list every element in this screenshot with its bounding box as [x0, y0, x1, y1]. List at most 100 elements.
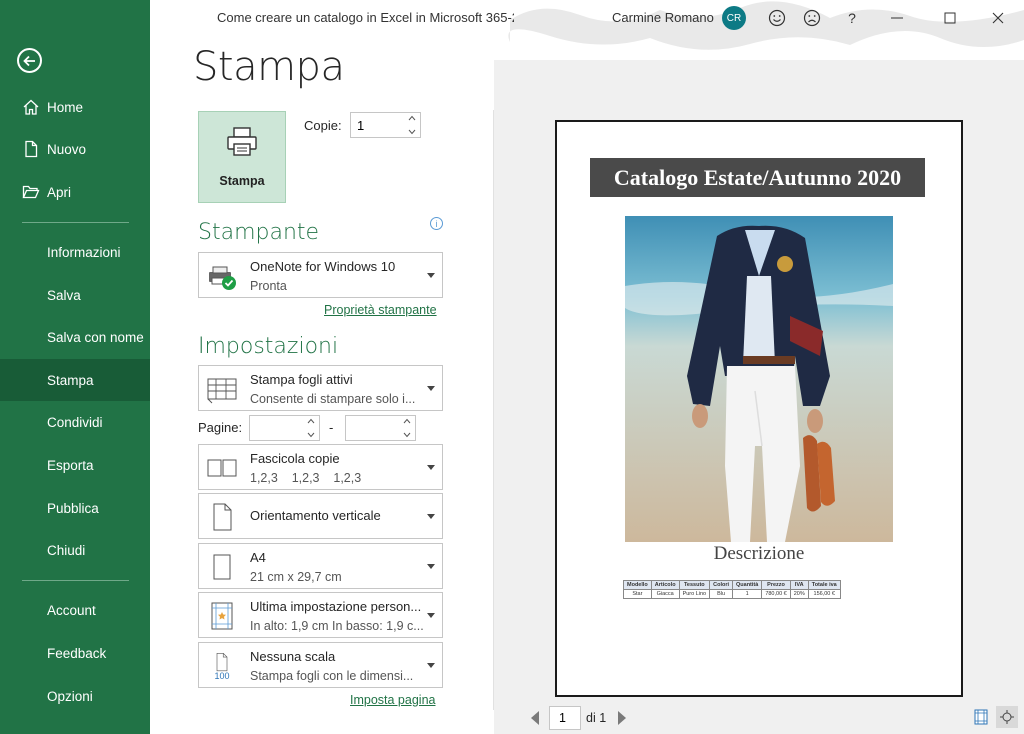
margins-dropdown[interactable]: Ultima impostazione person... In alto: 1…	[198, 592, 443, 638]
table-header-cell: Articolo	[650, 580, 680, 590]
table-cell: 780,00 €	[761, 589, 791, 599]
sidebar-item-account[interactable]: Account	[0, 589, 150, 631]
printer-properties-link[interactable]: Proprietà stampante	[324, 303, 437, 317]
dropdown-caret-icon	[427, 386, 435, 391]
sidebar-item-label: Esporta	[47, 457, 94, 473]
print-button[interactable]: Stampa	[198, 111, 286, 203]
preview-page: Catalogo Estate/Autunno 2020 Descrizione	[555, 120, 963, 697]
setting-line1: A4	[250, 550, 266, 565]
new-doc-icon	[0, 140, 47, 158]
collate-dropdown[interactable]: Fascicola copie 1,2,3 1,2,3 1,2,3	[198, 444, 443, 490]
table-cell: Blu	[709, 589, 733, 599]
previous-page-icon[interactable]	[531, 711, 539, 725]
copies-stepper[interactable]	[350, 112, 421, 138]
sidebar-item-chiudi[interactable]: Chiudi	[0, 529, 150, 571]
printer-section-title: Stampante	[198, 220, 320, 245]
chevron-down-icon[interactable]	[403, 432, 411, 438]
dropdown-caret-icon	[427, 663, 435, 668]
minimize-icon[interactable]	[885, 6, 909, 30]
setting-line2: Consente di stampare solo i...	[250, 392, 416, 406]
setting-line1: Ultima impostazione person...	[250, 599, 422, 614]
chevron-up-icon[interactable]	[307, 418, 315, 424]
maximize-icon[interactable]	[938, 6, 962, 30]
document-title: Come creare un catalogo in Excel in Micr…	[217, 10, 514, 25]
close-icon[interactable]	[986, 6, 1010, 30]
page-setup-link[interactable]: Imposta pagina	[350, 693, 435, 707]
sidebar-item-home[interactable]: Home	[0, 86, 150, 128]
pages-from-stepper[interactable]	[249, 415, 320, 441]
printer-ready-icon	[205, 259, 239, 293]
table-header-cell: Colori	[709, 580, 733, 590]
chevron-up-icon[interactable]	[403, 418, 411, 424]
show-margins-icon[interactable]	[970, 706, 992, 728]
sidebar-item-label: Informazioni	[47, 244, 121, 260]
sidebar-item-label: Opzioni	[47, 688, 93, 704]
sidebar-item-label: Chiudi	[47, 542, 86, 558]
catalog-description-heading: Descrizione	[713, 543, 805, 564]
user-name[interactable]: Carmine Romano	[612, 10, 714, 25]
next-page-icon[interactable]	[618, 711, 626, 725]
frown-feedback-icon[interactable]	[800, 6, 824, 30]
scaling-dropdown[interactable]: 100 Nessuna scala Stampa fogli con le di…	[198, 642, 443, 688]
sidebar-item-label: Home	[47, 99, 84, 115]
pages-label: Pagine:	[198, 420, 243, 435]
folder-open-icon	[0, 183, 47, 201]
paper-size-dropdown[interactable]: A4 21 cm x 29,7 cm	[198, 543, 443, 589]
chevron-up-icon[interactable]	[408, 115, 416, 121]
pages-to-input[interactable]	[346, 416, 397, 440]
table-header-cell: Quantità	[731, 580, 763, 590]
table-row: Star Giacca Puro Lino Blu 1 780,00 € 20%…	[623, 589, 841, 599]
help-icon[interactable]: ?	[840, 6, 864, 30]
home-icon	[0, 98, 47, 116]
zoom-to-page-icon[interactable]	[996, 706, 1018, 728]
sidebar-item-opzioni[interactable]: Opzioni	[0, 675, 150, 717]
table-cell: 20%	[789, 589, 809, 599]
backstage-sidebar: Home Nuovo Apri Informazioni Salva Salva…	[0, 0, 150, 734]
sidebar-item-nuovo[interactable]: Nuovo	[0, 128, 150, 170]
sidebar-item-label: Stampa	[47, 372, 94, 388]
pages-from-input[interactable]	[250, 416, 301, 440]
dropdown-caret-icon	[427, 613, 435, 618]
sidebar-divider	[22, 580, 129, 581]
page-title: Stampa	[193, 44, 345, 90]
chevron-down-icon[interactable]	[307, 432, 315, 438]
settings-section-title: Impostazioni	[198, 334, 339, 359]
chevron-down-icon[interactable]	[408, 129, 416, 135]
info-icon[interactable]: i	[430, 217, 443, 230]
sidebar-item-stampa[interactable]: Stampa	[0, 359, 150, 401]
sidebar-item-salva[interactable]: Salva	[0, 274, 150, 316]
portrait-page-icon	[205, 500, 239, 534]
sidebar-item-informazioni[interactable]: Informazioni	[0, 231, 150, 273]
avatar[interactable]: CR	[722, 6, 746, 30]
setting-line1: Orientamento verticale	[250, 508, 381, 523]
back-arrow-icon[interactable]	[17, 48, 42, 73]
page-number-input[interactable]	[549, 706, 581, 730]
page-count: di 1	[586, 711, 607, 725]
setting-line1: Fascicola copie	[250, 451, 340, 466]
pages-dash: -	[329, 420, 334, 435]
dropdown-caret-icon	[427, 273, 435, 278]
sidebar-item-feedback[interactable]: Feedback	[0, 632, 150, 674]
sidebar-item-apri[interactable]: Apri	[0, 171, 150, 213]
table-header-cell: Tessuto	[678, 580, 711, 590]
sidebar-item-label: Condividi	[47, 414, 103, 430]
sidebar-item-condividi[interactable]: Condividi	[0, 401, 150, 443]
sidebar-item-label: Salva	[47, 287, 81, 303]
print-what-dropdown[interactable]: Stampa fogli attivi Consente di stampare…	[198, 365, 443, 411]
pages-to-stepper[interactable]	[345, 415, 416, 441]
table-cell: 156,00 €	[807, 589, 841, 599]
table-header-cell: Modello	[623, 580, 652, 590]
dropdown-caret-icon	[427, 564, 435, 569]
sidebar-divider	[22, 222, 129, 223]
printer-dropdown[interactable]: OneNote for Windows 10 Pronta	[198, 252, 443, 298]
sidebar-item-pubblica[interactable]: Pubblica	[0, 487, 150, 529]
setting-line2: Stampa fogli con le dimensi...	[250, 669, 414, 683]
table-header-row: Modello Articolo Tessuto Colori Quantità…	[623, 580, 841, 590]
copies-input[interactable]	[351, 113, 402, 137]
sidebar-item-salva-con-nome[interactable]: Salva con nome	[0, 316, 150, 358]
sidebar-item-esporta[interactable]: Esporta	[0, 444, 150, 486]
smile-feedback-icon[interactable]	[765, 6, 789, 30]
table-cell: 1	[731, 589, 763, 599]
orientation-dropdown[interactable]: Orientamento verticale	[198, 493, 443, 539]
dropdown-caret-icon	[427, 465, 435, 470]
